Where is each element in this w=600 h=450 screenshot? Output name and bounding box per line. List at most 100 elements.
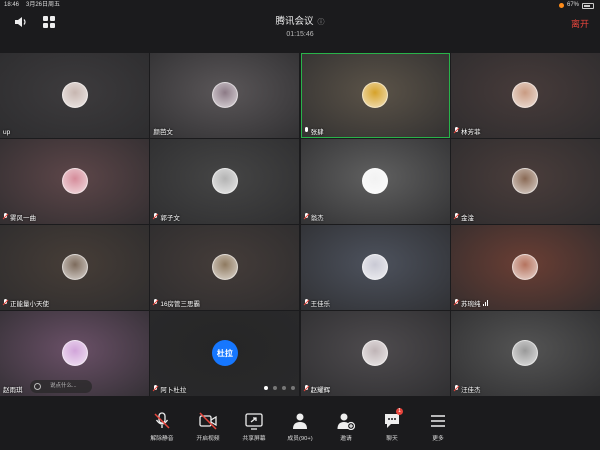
participant-name-tag: 雾风一曲 xyxy=(3,212,36,222)
emoji-icon[interactable] xyxy=(34,382,41,390)
participant-name-tag: 金淦 xyxy=(454,212,474,222)
participant-avatar xyxy=(61,340,88,367)
participant-name-tag: 阿卜杜拉 xyxy=(153,384,186,394)
leave-button[interactable]: 离开 xyxy=(571,17,589,30)
participant-name: 金淦 xyxy=(460,214,474,222)
mic-muted-icon xyxy=(3,299,8,306)
participant-tile[interactable]: 赵耀辉 xyxy=(300,311,450,396)
mic-muted-icon xyxy=(304,299,309,306)
participant-avatar xyxy=(362,254,389,281)
meeting-title: 腾讯会议 xyxy=(275,16,314,27)
participant-avatar xyxy=(512,82,539,109)
participant-tile[interactable]: 雾风一曲 xyxy=(0,139,149,224)
participant-avatar xyxy=(362,82,389,109)
participant-name: up xyxy=(3,128,11,136)
participant-avatar xyxy=(61,168,88,195)
participant-name: 阿卜杜拉 xyxy=(160,386,187,394)
participant-tile[interactable]: 翁杰 xyxy=(300,139,450,224)
participant-tile[interactable]: 赵雨琪 说点什么... xyxy=(0,311,149,396)
participant-name-tag: 16房管三思霸 xyxy=(153,298,200,308)
participant-tile[interactable]: 汪佳杰 xyxy=(450,311,600,396)
battery-icon xyxy=(582,2,594,9)
participant-avatar xyxy=(362,340,389,367)
status-bar: 18:46 3月26日周五 67% xyxy=(0,0,600,10)
invite-button[interactable]: 邀请 xyxy=(323,406,369,450)
participant-tile[interactable]: 苏琬纯 xyxy=(450,225,600,310)
toolbar-label: 开启视频 xyxy=(196,436,220,442)
participant-name-tag: 汪佳杰 xyxy=(454,384,481,394)
meeting-toolbar: 解除静音 开启视频 共享屏幕 成员(90+) 邀请 聊天 1 更多 xyxy=(0,406,600,450)
mic-muted-icon xyxy=(3,213,8,220)
mic-icon xyxy=(304,127,309,134)
participant-avatar xyxy=(61,82,88,109)
participant-tile[interactable]: 王佳乐 xyxy=(300,225,450,310)
mic-muted-icon xyxy=(153,299,158,306)
mic-muted-icon xyxy=(454,385,459,392)
participant-tile[interactable]: 张肆 xyxy=(300,53,450,138)
toolbar-label: 成员(90+) xyxy=(287,436,313,442)
participant-name: 翁杰 xyxy=(310,214,324,222)
mic-muted-icon xyxy=(153,213,158,220)
participant-name: 王佳乐 xyxy=(310,300,331,308)
participant-name: 郭子文 xyxy=(160,214,180,222)
participant-tile[interactable]: 杜拉阿卜杜拉 xyxy=(150,311,300,396)
toolbar-label: 聊天 xyxy=(386,436,398,442)
participant-name-tag: 赵耀辉 xyxy=(304,384,331,394)
participant-tile[interactable]: up xyxy=(0,53,149,138)
participant-name: 苏琬纯 xyxy=(460,300,481,308)
participant-tile[interactable]: 林芳菲 xyxy=(450,53,600,138)
participant-avatar xyxy=(211,82,238,109)
participant-tile[interactable]: 正能量小天使 xyxy=(0,225,149,310)
chat-input[interactable]: 说点什么... xyxy=(30,379,92,393)
participant-name: 赵雨琪 xyxy=(3,386,23,394)
participant-tile[interactable]: 郭子文 xyxy=(150,139,300,224)
participant-avatar xyxy=(211,168,238,195)
participant-tile[interactable]: 16房管三思霸 xyxy=(150,225,300,310)
participant-name: 张肆 xyxy=(310,128,324,136)
chat-placeholder: 说点什么... xyxy=(50,382,77,389)
participant-name: 颜芭文 xyxy=(153,128,173,136)
share-screen-button[interactable]: 共享屏幕 xyxy=(231,406,277,450)
participant-name: 汪佳杰 xyxy=(460,386,481,394)
participant-name-tag: 赵雨琪 xyxy=(3,384,23,394)
mic-muted-icon xyxy=(304,213,309,220)
members-icon xyxy=(293,413,307,429)
participant-name-tag: 苏琬纯 xyxy=(454,298,489,308)
invite-icon xyxy=(337,413,355,430)
info-circle-icon[interactable]: ⓘ xyxy=(318,19,325,26)
participant-avatar: 杜拉 xyxy=(211,340,238,367)
participant-grid: up 颜芭文 张肆 林芳菲雾风一曲 郭子文 翁杰 金淦正能量小天使 16房管三思霸 王佳乐 苏琬纯… xyxy=(0,53,600,397)
participant-name: 正能量小天使 xyxy=(10,300,49,308)
participant-name: 雾风一曲 xyxy=(10,214,36,222)
participant-avatar xyxy=(211,254,238,281)
participant-avatar xyxy=(512,168,539,195)
chat-button[interactable]: 聊天 1 xyxy=(369,406,415,450)
toolbar-label: 邀请 xyxy=(340,436,352,442)
participant-name: 16房管三思霸 xyxy=(160,300,201,308)
participant-tile[interactable]: 金淦 xyxy=(450,139,600,224)
participant-name-tag: 翁杰 xyxy=(304,212,324,222)
video-off-button[interactable]: 开启视频 xyxy=(185,406,231,450)
participant-name-tag: up xyxy=(3,129,10,136)
members-button[interactable]: 成员(90+) xyxy=(277,406,323,450)
more-button[interactable]: 更多 xyxy=(415,406,461,450)
participant-name: 赵耀辉 xyxy=(310,386,331,394)
participant-avatar xyxy=(61,254,88,281)
toolbar-label: 解除静音 xyxy=(150,436,174,442)
video-off-icon xyxy=(199,412,217,430)
participant-tile[interactable]: 颜芭文 xyxy=(150,53,300,138)
status-time: 18:46 xyxy=(4,2,20,8)
participant-name-tag: 颜芭文 xyxy=(153,126,173,136)
recording-dot-icon xyxy=(558,2,564,8)
participant-name-tag: 张肆 xyxy=(304,126,324,136)
participant-name-tag: 王佳乐 xyxy=(304,298,331,308)
participant-name-tag: 正能量小天使 xyxy=(3,298,49,308)
mic-muted-icon xyxy=(454,299,459,306)
page-indicator[interactable] xyxy=(264,386,295,390)
mic-off-button[interactable]: 解除静音 xyxy=(139,406,185,450)
mic-off-icon xyxy=(154,412,170,429)
mic-muted-icon xyxy=(153,385,158,392)
signal-strength-icon xyxy=(483,299,489,306)
mic-muted-icon xyxy=(454,127,459,134)
unread-badge: 1 xyxy=(396,408,403,415)
